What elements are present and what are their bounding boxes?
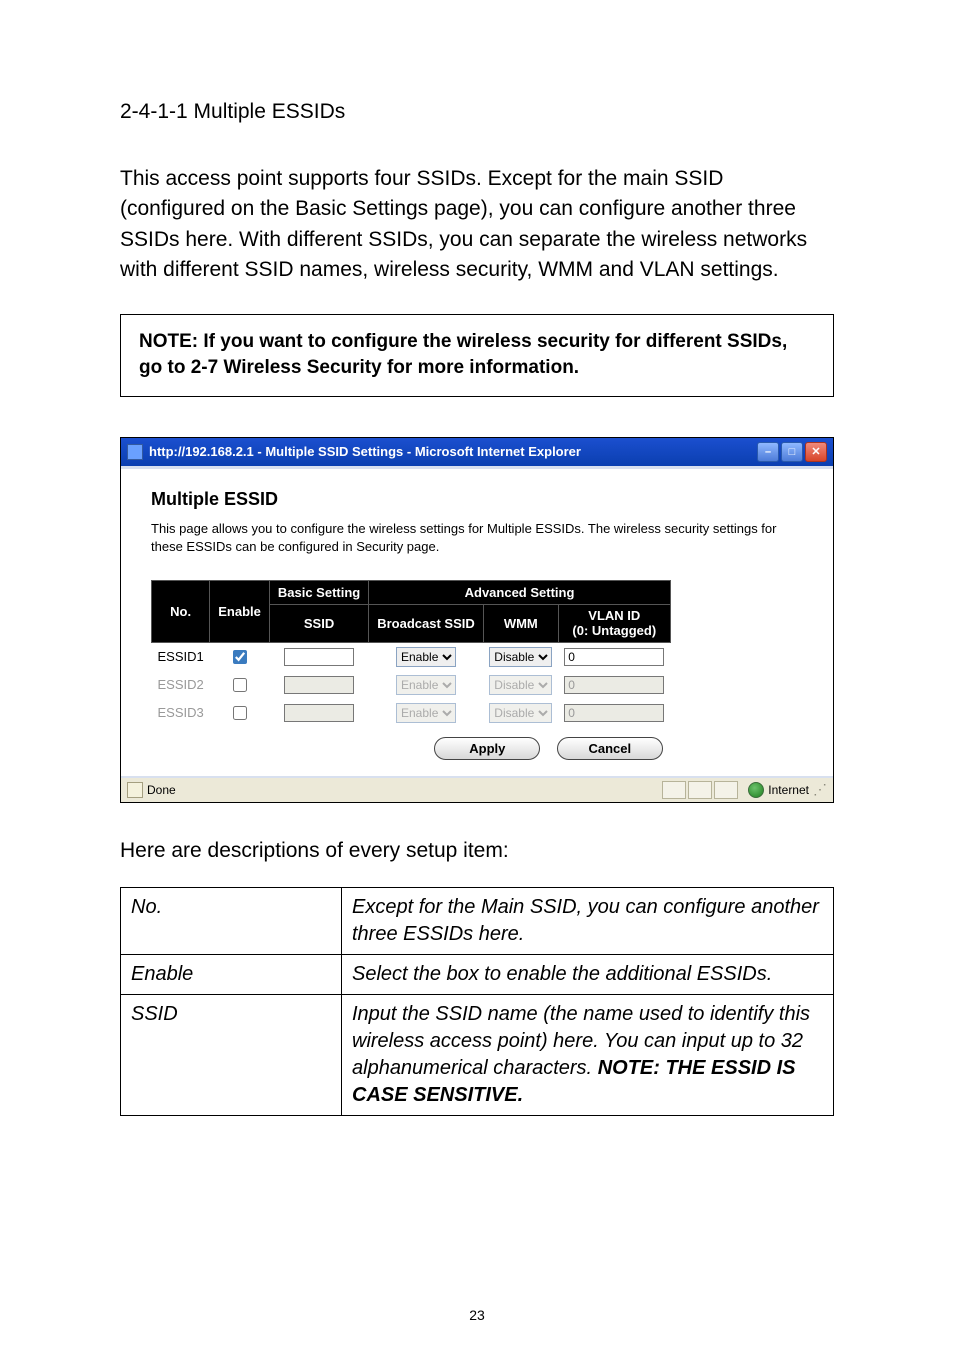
window-content: Multiple ESSID This page allows you to c… — [121, 466, 833, 776]
vlan-input[interactable] — [564, 648, 664, 666]
row-no: ESSID2 — [152, 671, 210, 699]
row-enable-cell — [210, 699, 270, 727]
status-dividers — [662, 781, 738, 799]
maximize-button[interactable]: □ — [781, 442, 803, 462]
ssid-input[interactable] — [284, 704, 354, 722]
group-basic-header: Basic Setting — [269, 581, 368, 605]
row-no: ESSID1 — [152, 642, 210, 671]
broadcast-select[interactable]: Enable — [396, 675, 456, 695]
close-button[interactable]: ✕ — [805, 442, 827, 462]
definition-row: No.Except for the Main SSID, you can con… — [121, 887, 834, 954]
definition-desc: Select the box to enable the additional … — [342, 954, 834, 994]
intro-text: This access point supports four SSIDs. E… — [120, 164, 834, 286]
minimize-button[interactable]: – — [757, 442, 779, 462]
note-box: NOTE: If you want to configure the wirel… — [120, 314, 834, 397]
content-description: This page allows you to configure the wi… — [151, 520, 803, 556]
internet-zone-icon — [748, 782, 764, 798]
status-bar: Done Internet ⋰ — [121, 776, 833, 802]
cancel-button[interactable]: Cancel — [557, 737, 663, 760]
enable-checkbox[interactable] — [233, 650, 247, 664]
row-wmm-cell: Disable — [483, 699, 558, 727]
window-title: http://192.168.2.1 - Multiple SSID Setti… — [149, 444, 581, 459]
row-enable-cell — [210, 671, 270, 699]
table-row: ESSID1 Enable Disable — [152, 642, 671, 671]
browser-window: http://192.168.2.1 - Multiple SSID Setti… — [120, 437, 834, 803]
definition-row: EnableSelect the box to enable the addit… — [121, 954, 834, 994]
wmm-select[interactable]: Disable — [489, 703, 552, 723]
table-row: ESSID2 Enable Disable — [152, 671, 671, 699]
col-broadcast-header: Broadcast SSID — [369, 605, 484, 643]
table-row: ESSID3 Enable Disable — [152, 699, 671, 727]
col-ssid-header: SSID — [269, 605, 368, 643]
resize-grip[interactable]: ⋰ — [813, 781, 827, 798]
row-no: ESSID3 — [152, 699, 210, 727]
enable-checkbox[interactable] — [233, 678, 247, 692]
row-wmm-cell: Disable — [483, 671, 558, 699]
row-broadcast-cell: Enable — [369, 671, 484, 699]
row-ssid-cell — [269, 642, 368, 671]
content-heading: Multiple ESSID — [151, 489, 803, 510]
window-titlebar: http://192.168.2.1 - Multiple SSID Setti… — [121, 438, 833, 466]
page-number: 23 — [0, 1307, 954, 1323]
col-wmm-header: WMM — [483, 605, 558, 643]
row-enable-cell — [210, 642, 270, 671]
done-icon — [127, 782, 143, 798]
enable-checkbox[interactable] — [233, 706, 247, 720]
broadcast-select[interactable]: Enable — [396, 647, 456, 667]
status-done-text: Done — [147, 783, 176, 797]
ie-icon — [127, 444, 143, 460]
row-wmm-cell: Disable — [483, 642, 558, 671]
row-broadcast-cell: Enable — [369, 699, 484, 727]
ssid-input[interactable] — [284, 648, 354, 666]
definition-desc: Except for the Main SSID, you can config… — [342, 887, 834, 954]
col-vlan-header: VLAN ID (0: Untagged) — [558, 605, 670, 643]
definition-desc: Input the SSID name (the name used to id… — [342, 994, 834, 1115]
definitions-intro: Here are descriptions of every setup ite… — [120, 839, 834, 863]
apply-button[interactable]: Apply — [434, 737, 540, 760]
definition-term: No. — [121, 887, 342, 954]
row-vlan-cell — [558, 671, 670, 699]
row-broadcast-cell: Enable — [369, 642, 484, 671]
definition-row: SSIDInput the SSID name (the name used t… — [121, 994, 834, 1115]
vlan-input[interactable] — [564, 676, 664, 694]
definition-term: Enable — [121, 954, 342, 994]
broadcast-select[interactable]: Enable — [396, 703, 456, 723]
ssid-input[interactable] — [284, 676, 354, 694]
vlan-input[interactable] — [564, 704, 664, 722]
row-vlan-cell — [558, 699, 670, 727]
wmm-select[interactable]: Disable — [489, 647, 552, 667]
row-vlan-cell — [558, 642, 670, 671]
wmm-select[interactable]: Disable — [489, 675, 552, 695]
col-no-header: No. — [152, 581, 210, 643]
section-heading: 2-4-1-1 Multiple ESSIDs — [120, 100, 834, 124]
row-ssid-cell — [269, 699, 368, 727]
definitions-table: No.Except for the Main SSID, you can con… — [120, 887, 834, 1116]
row-ssid-cell — [269, 671, 368, 699]
essid-table: No. Enable Basic Setting Advanced Settin… — [151, 580, 671, 727]
group-advanced-header: Advanced Setting — [369, 581, 671, 605]
status-zone-text: Internet — [768, 783, 809, 797]
definition-term: SSID — [121, 994, 342, 1115]
col-enable-header: Enable — [210, 581, 270, 643]
